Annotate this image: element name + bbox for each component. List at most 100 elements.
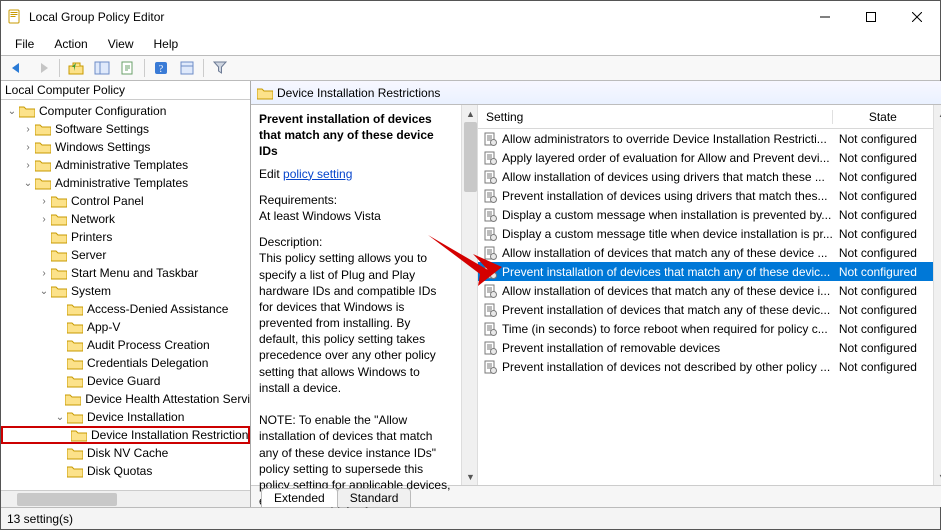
- tree-item[interactable]: Device Health Attestation Servi: [1, 390, 250, 408]
- settings-row[interactable]: Time (in seconds) to force reboot when r…: [478, 319, 933, 338]
- chevron-right-icon[interactable]: ›: [37, 196, 51, 207]
- setting-name: Allow installation of devices that match…: [502, 284, 833, 298]
- folder-icon: [67, 356, 83, 370]
- settings-row[interactable]: Allow installation of devices that match…: [478, 243, 933, 262]
- tree-horizontal-scrollbar[interactable]: [1, 490, 250, 507]
- folder-icon: [51, 248, 67, 262]
- tree-item[interactable]: Credentials Delegation: [1, 354, 250, 372]
- tree-item[interactable]: Server: [1, 246, 250, 264]
- chevron-right-icon[interactable]: ›: [21, 160, 35, 171]
- setting-state: Not configured: [833, 284, 933, 298]
- tree-item[interactable]: Audit Process Creation: [1, 336, 250, 354]
- tree-item[interactable]: › Administrative Templates: [1, 156, 250, 174]
- tree-label: Administrative Templates: [55, 158, 188, 172]
- settings-row[interactable]: Prevent installation of removable device…: [478, 338, 933, 357]
- title-text: Local Group Policy Editor: [29, 10, 802, 24]
- tree[interactable]: ⌄Computer Configuration › Software Setting…: [1, 100, 250, 490]
- tree-item[interactable]: ⌄System: [1, 282, 250, 300]
- tree-item[interactable]: Access-Denied Assistance: [1, 300, 250, 318]
- menu-action[interactable]: Action: [46, 36, 95, 52]
- chevron-right-icon[interactable]: ›: [21, 124, 35, 135]
- settings-row[interactable]: Allow installation of devices using driv…: [478, 167, 933, 186]
- tree-item[interactable]: ⌄Device Installation: [1, 408, 250, 426]
- settings-row[interactable]: Apply layered order of evaluation for Al…: [478, 148, 933, 167]
- folder-icon: [67, 410, 83, 424]
- tree-label: Start Menu and Taskbar: [71, 266, 198, 280]
- folder-icon: [51, 266, 67, 280]
- tree-item[interactable]: Disk NV Cache: [1, 444, 250, 462]
- col-state[interactable]: State: [833, 110, 933, 124]
- view-tabs: Extended Standard: [251, 485, 941, 507]
- filter-button[interactable]: [208, 57, 232, 79]
- tree-label: Software Settings: [55, 122, 149, 136]
- titlebar: Local Group Policy Editor: [1, 1, 940, 33]
- setting-name: Prevent installation of devices using dr…: [502, 189, 833, 203]
- breadcrumb-text: Device Installation Restrictions: [277, 86, 440, 100]
- edit-policy-link[interactable]: policy setting: [283, 167, 352, 181]
- close-button[interactable]: [894, 1, 940, 33]
- menu-help[interactable]: Help: [146, 36, 187, 52]
- settings-row[interactable]: Allow administrators to override Device …: [478, 129, 933, 148]
- export-list-button[interactable]: [116, 57, 140, 79]
- tree-item[interactable]: › Network: [1, 210, 250, 228]
- svg-text:?: ?: [159, 64, 164, 75]
- settings-row[interactable]: Prevent installation of devices using dr…: [478, 186, 933, 205]
- col-setting[interactable]: Setting: [478, 110, 833, 124]
- tree-label: Network: [71, 212, 115, 226]
- tree-label: Administrative Templates: [55, 176, 188, 190]
- tree-label: Printers: [71, 230, 112, 244]
- forward-button[interactable]: [31, 57, 55, 79]
- settings-row[interactable]: Allow installation of devices that match…: [478, 281, 933, 300]
- chevron-down-icon[interactable]: ⌄: [5, 106, 19, 117]
- menu-file[interactable]: File: [7, 36, 42, 52]
- chevron-right-icon[interactable]: ›: [37, 268, 51, 279]
- list-scrollbar[interactable]: ▲ ▼: [933, 105, 941, 485]
- setting-state: Not configured: [833, 303, 933, 317]
- settings-list[interactable]: Allow administrators to override Device …: [478, 129, 933, 485]
- settings-row[interactable]: Display a custom message when installati…: [478, 205, 933, 224]
- back-button[interactable]: [5, 57, 29, 79]
- menu-view[interactable]: View: [100, 36, 142, 52]
- description-scrollbar[interactable]: ▲ ▼: [461, 105, 478, 485]
- chevron-down-icon[interactable]: ⌄: [53, 412, 67, 423]
- requirements-head: Requirements:: [259, 192, 453, 208]
- status-text: 13 setting(s): [7, 512, 73, 526]
- tree-item[interactable]: ›Control Panel: [1, 192, 250, 210]
- settings-row[interactable]: Prevent installation of devices that mat…: [478, 300, 933, 319]
- policy-icon: [482, 302, 498, 318]
- tree-item[interactable]: App-V: [1, 318, 250, 336]
- edit-label: Edit: [259, 167, 283, 181]
- tree-item[interactable]: › Software Settings: [1, 120, 250, 138]
- settings-row[interactable]: Display a custom message title when devi…: [478, 224, 933, 243]
- tree-item[interactable]: Device Installation Restrictions: [1, 426, 250, 444]
- properties-button[interactable]: [175, 57, 199, 79]
- up-button[interactable]: [64, 57, 88, 79]
- minimize-button[interactable]: [802, 1, 848, 33]
- settings-row[interactable]: Prevent installation of devices not desc…: [478, 357, 933, 376]
- tree-item[interactable]: Device Guard: [1, 372, 250, 390]
- tree-label: Device Guard: [87, 374, 160, 388]
- tab-standard[interactable]: Standard: [337, 488, 412, 507]
- maximize-button[interactable]: [848, 1, 894, 33]
- setting-state: Not configured: [833, 322, 933, 336]
- tree-item[interactable]: Printers: [1, 228, 250, 246]
- list-header[interactable]: Setting State: [478, 105, 933, 129]
- tree-item[interactable]: ⌄Computer Configuration: [1, 102, 250, 120]
- gpedit-window: Local Group Policy Editor File Action Vi…: [0, 0, 941, 530]
- tree-label: Windows Settings: [55, 140, 150, 154]
- help-button[interactable]: ?: [149, 57, 173, 79]
- tree-item[interactable]: › Start Menu and Taskbar: [1, 264, 250, 282]
- show-hide-tree-button[interactable]: [90, 57, 114, 79]
- tree-item[interactable]: › Windows Settings: [1, 138, 250, 156]
- tab-extended[interactable]: Extended: [261, 488, 338, 507]
- tree-item[interactable]: ⌄ Administrative Templates: [1, 174, 250, 192]
- chevron-right-icon[interactable]: ›: [37, 214, 51, 225]
- statusbar: 13 setting(s): [1, 507, 940, 529]
- chevron-down-icon[interactable]: ⌄: [21, 178, 35, 189]
- chevron-down-icon[interactable]: ⌄: [37, 286, 51, 297]
- tree-header: Local Computer Policy: [1, 81, 250, 100]
- setting-name: Allow administrators to override Device …: [502, 132, 833, 146]
- chevron-right-icon[interactable]: ›: [21, 142, 35, 153]
- tree-item[interactable]: Disk Quotas: [1, 462, 250, 480]
- settings-row[interactable]: Prevent installation of devices that mat…: [478, 262, 933, 281]
